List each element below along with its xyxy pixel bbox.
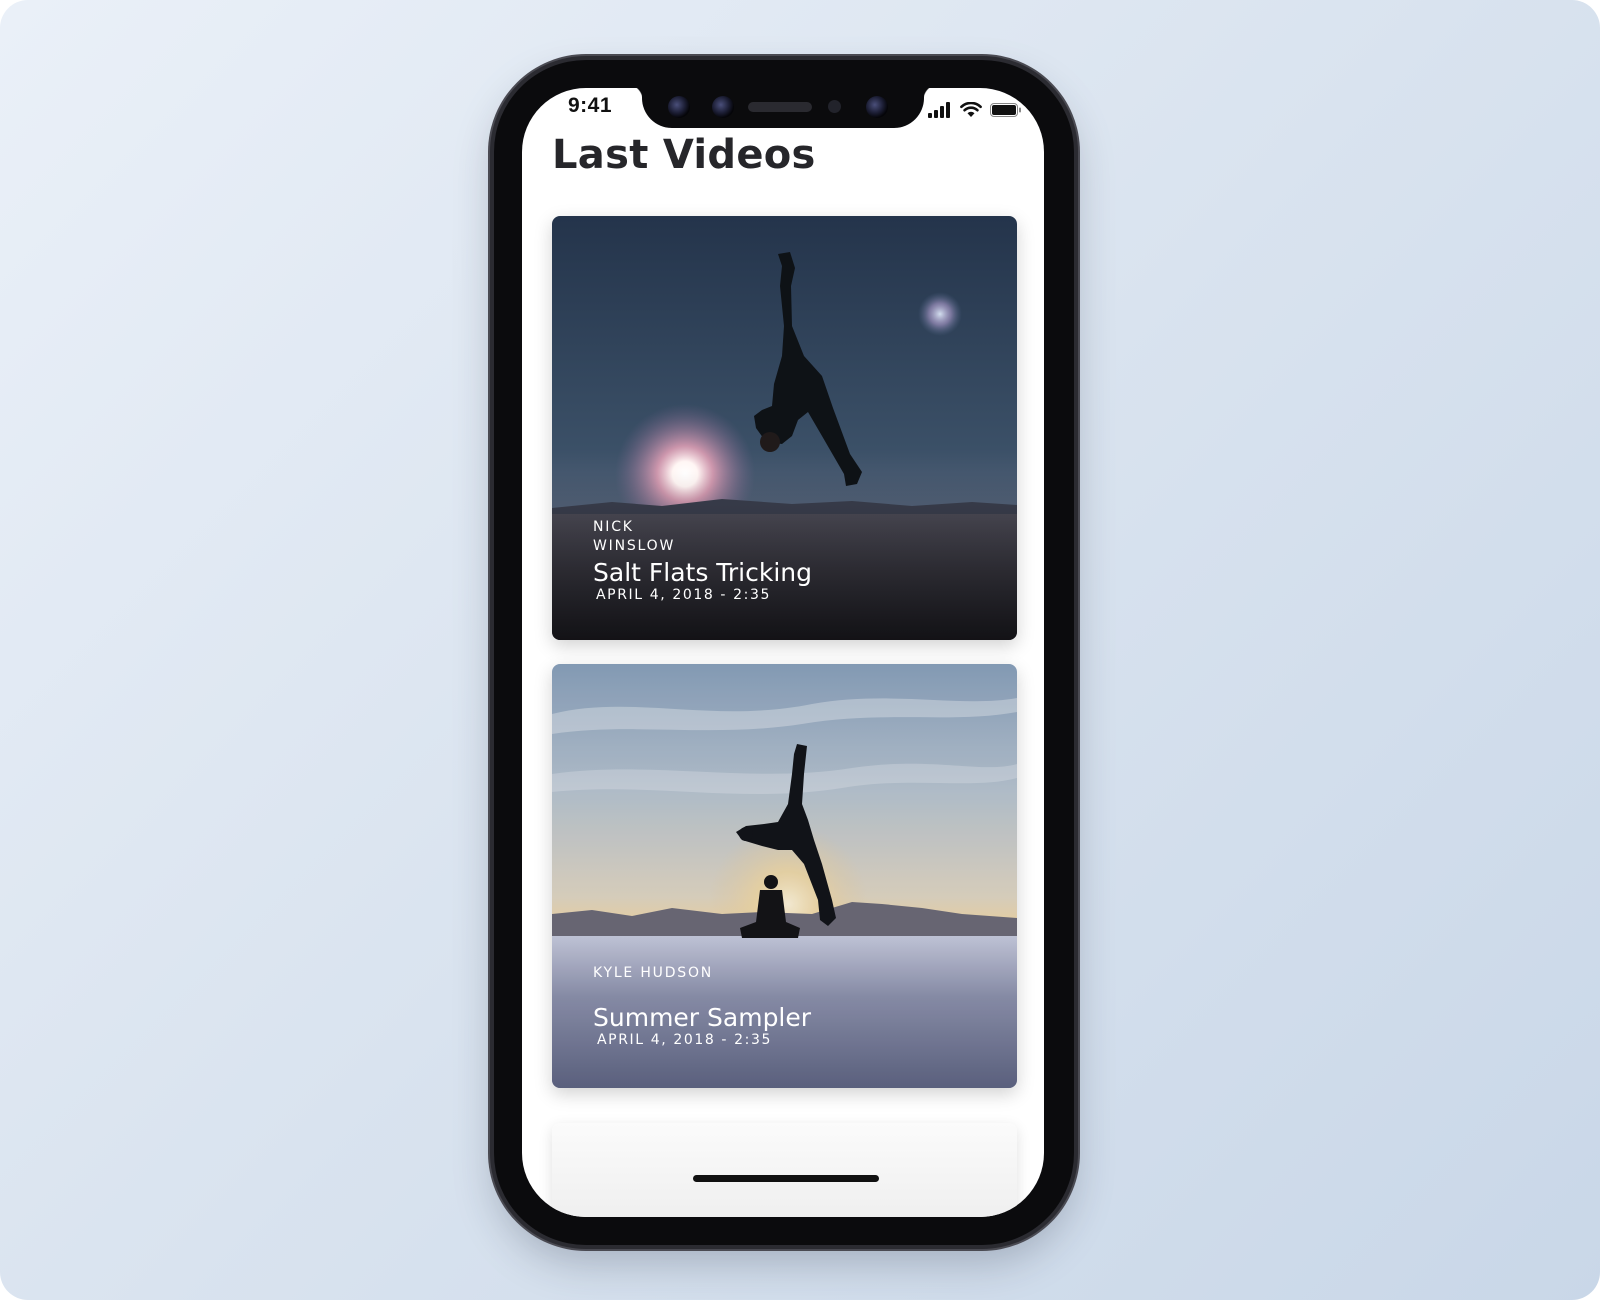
- video-title: Salt Flats Tricking: [593, 558, 813, 587]
- camera-lens: [712, 96, 734, 118]
- video-date: APRIL 4, 2018 - 2:35: [596, 587, 771, 603]
- status-time: 9:41: [568, 94, 613, 117]
- author-last-name: WINSLOW: [593, 538, 676, 554]
- page-title: Last Videos: [552, 132, 816, 178]
- video-card-partial[interactable]: [552, 1123, 1017, 1217]
- battery-icon: [990, 103, 1021, 117]
- video-info: NICK WINSLOW Salt Flats Tricking APRIL 4…: [593, 518, 812, 603]
- video-title: Summer Sampler: [593, 1003, 812, 1032]
- notch: [627, 88, 939, 128]
- proximity-sensor: [828, 100, 841, 113]
- video-card[interactable]: NICK WINSLOW Salt Flats Tricking APRIL 4…: [552, 216, 1017, 640]
- video-author: KYLE HUDSON: [593, 965, 714, 981]
- canvas-background: 9:41 Last Videos NICK WINSLOW Salt Flats…: [0, 0, 1600, 1300]
- author-first-name: NICK: [593, 519, 634, 535]
- signal-bars-icon: [928, 102, 950, 118]
- status-icons: [928, 100, 1022, 120]
- phone-screen: 9:41 Last Videos NICK WINSLOW Salt Flats…: [522, 88, 1044, 1217]
- camera-lens: [668, 96, 690, 118]
- wifi-icon: [960, 102, 982, 117]
- earpiece-speaker: [748, 102, 812, 112]
- video-date: APRIL 4, 2018 - 2:35: [597, 1032, 772, 1048]
- video-info: KYLE HUDSON Summer Sampler APRIL 4, 2018…: [593, 964, 811, 1048]
- front-camera: [866, 96, 888, 118]
- video-author: NICK WINSLOW: [593, 518, 688, 556]
- home-indicator[interactable]: [693, 1175, 879, 1182]
- video-card[interactable]: KYLE HUDSON Summer Sampler APRIL 4, 2018…: [552, 664, 1017, 1088]
